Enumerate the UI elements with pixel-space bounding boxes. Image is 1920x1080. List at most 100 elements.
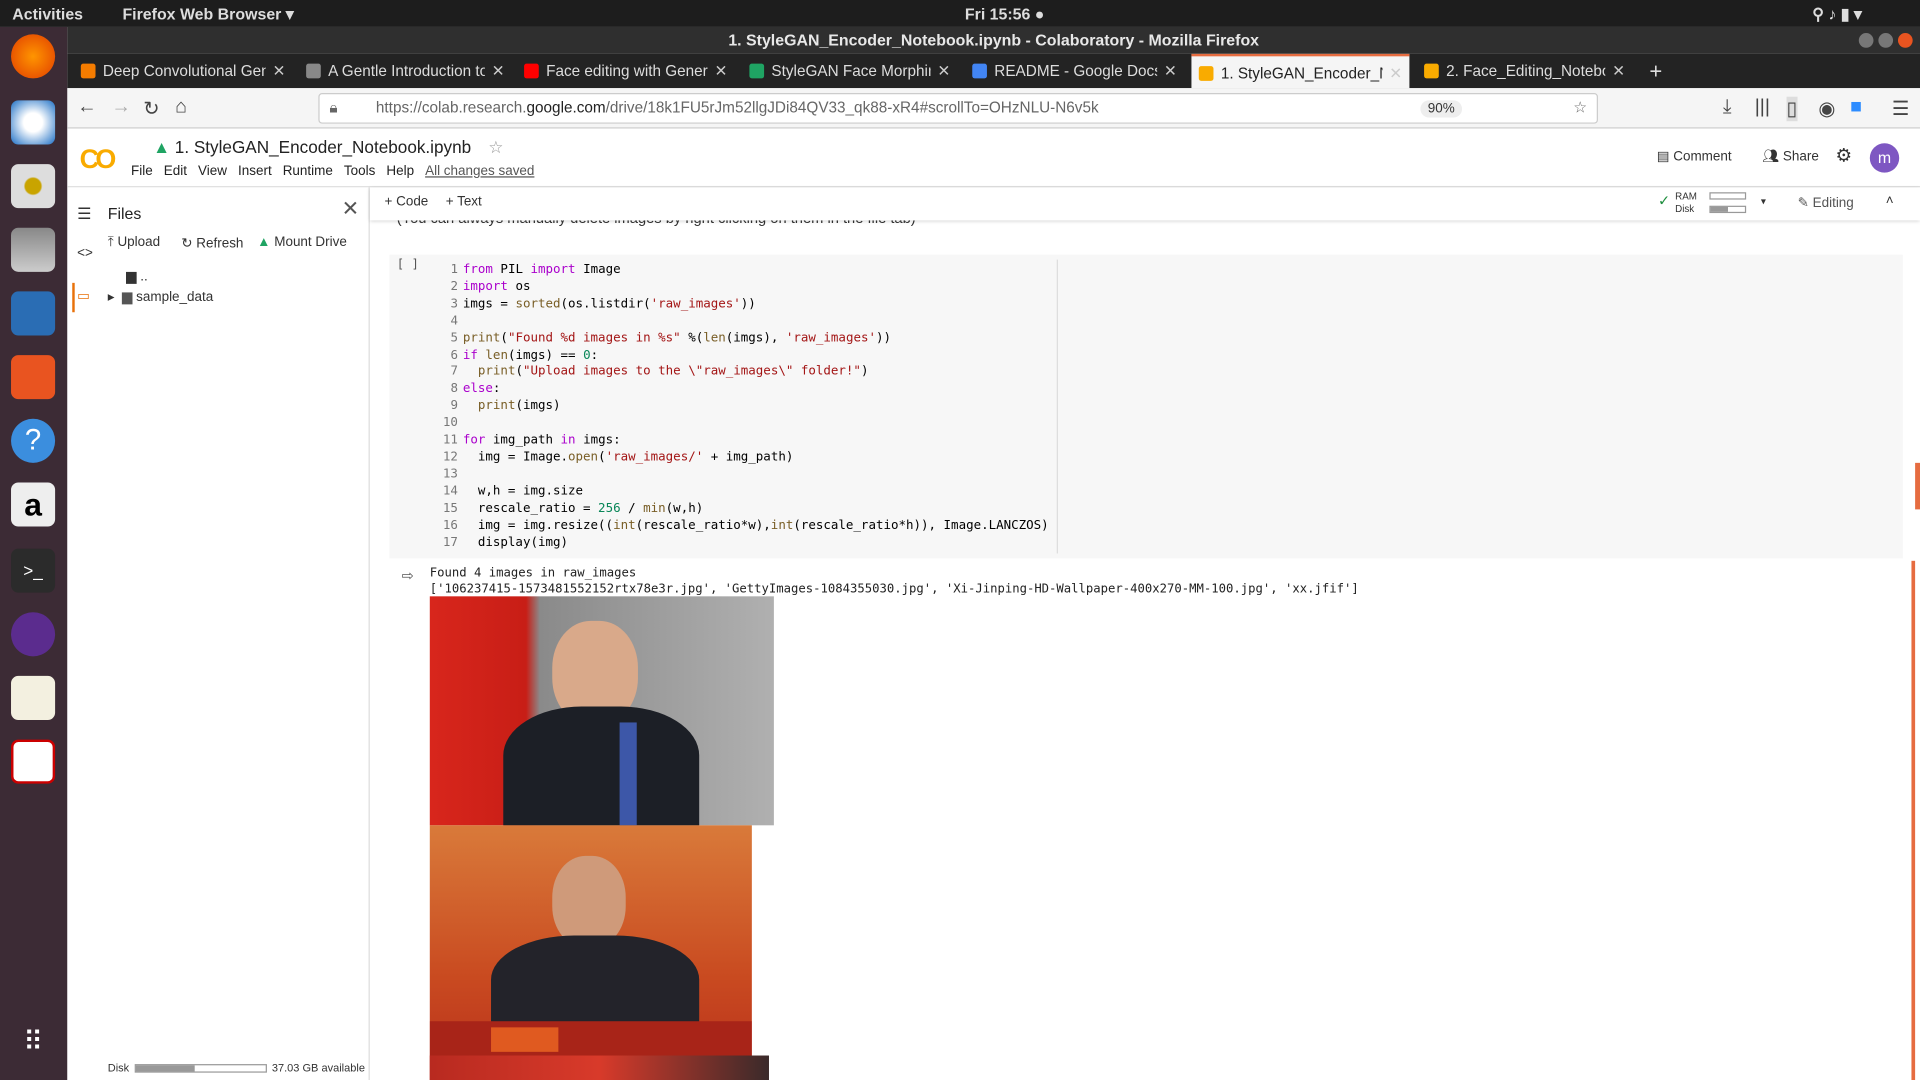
close-tab-icon[interactable]: ✕ (1612, 54, 1625, 88)
notebook-title[interactable]: ▲ 1. StyleGAN_Encoder_Notebook.ipynb ☆ (153, 137, 504, 158)
avatar[interactable]: m (1869, 143, 1900, 173)
tor-icon[interactable] (11, 612, 56, 657)
browser-tab[interactable]: Face editing with Genera ✕ (517, 54, 735, 88)
bookmark-star-icon[interactable]: ☆ (1573, 94, 1587, 122)
close-window-button[interactable] (1897, 33, 1913, 48)
add-code-button[interactable]: + Code (384, 195, 428, 210)
close-tab-icon[interactable]: ✕ (492, 54, 505, 88)
os-top-bar: Activities Firefox Web Browser ▾ Fri 15:… (0, 0, 1920, 27)
refresh-button[interactable]: ↻ Refresh (181, 235, 243, 251)
document-viewer-icon[interactable] (11, 739, 56, 784)
browser-tab[interactable]: StyleGAN Face Morphing ✕ (742, 54, 958, 88)
folder-sample-data[interactable]: ▸ ▆ sample_data (108, 289, 214, 305)
mount-drive-button[interactable]: ▲ Mount Drive (257, 235, 347, 250)
folder-icon[interactable]: ▭ (77, 288, 90, 304)
close-tab-icon[interactable]: ✕ (1164, 54, 1177, 88)
forward-icon[interactable]: → (111, 97, 131, 119)
toc-icon[interactable]: ☰ (77, 204, 91, 224)
menu-view[interactable]: View (198, 164, 227, 179)
colab-logo[interactable]: CO (80, 143, 117, 175)
close-tab-icon[interactable]: ✕ (272, 54, 285, 88)
menu-icon[interactable]: ☰ (1892, 97, 1910, 121)
activities-button[interactable]: Activities (12, 5, 83, 23)
rhythmbox-icon[interactable] (11, 164, 56, 209)
upload-button[interactable]: ⤒ Upload (108, 235, 160, 251)
menu-insert[interactable]: Insert (238, 164, 272, 179)
files-icon[interactable] (11, 227, 56, 272)
ruler-line (1056, 259, 1058, 554)
settings-icon[interactable]: ⚙ (1836, 144, 1852, 167)
library-icon[interactable]: ||| (1755, 97, 1770, 119)
new-tab-button[interactable]: + (1645, 54, 1674, 88)
menu-edit[interactable]: Edit (164, 164, 187, 179)
code-line: 10 (442, 416, 458, 430)
terminal-icon[interactable]: >_ (11, 548, 56, 593)
disk-usage-bar (134, 1064, 267, 1073)
files-title: Files (107, 204, 142, 223)
tab-favicon (749, 63, 765, 79)
downloads-icon[interactable]: ⤓ (1723, 97, 1732, 119)
account-icon[interactable]: ◉ (1818, 97, 1835, 121)
code-cell[interactable]: [ ] 1 from PIL import Image 2 import os 3 img… (389, 254, 1903, 559)
comment-button[interactable]: ▤ Comment (1657, 148, 1732, 164)
notebook-scrollbar[interactable] (1915, 462, 1920, 510)
output-image-2 (429, 825, 752, 1080)
home-icon[interactable]: ⌂ (175, 97, 187, 119)
browser-tab[interactable]: 2. Face_Editing_Noteboo ✕ (1417, 54, 1633, 88)
parent-folder[interactable]: ▆ .. (126, 268, 148, 284)
firefox-icon[interactable] (11, 34, 56, 79)
amazon-icon[interactable]: a (11, 482, 56, 527)
add-text-button[interactable]: + Text (446, 195, 482, 210)
system-tray-icon[interactable]: ⚲ ♪ ▮ ▾ (1812, 5, 1862, 25)
files-panel: ☰ <> ▭ Files ✕ ⤒ Upload ↻ Refresh ▲ Moun… (67, 187, 370, 1080)
close-tab-icon[interactable]: ✕ (937, 54, 950, 88)
browser-tab[interactable]: A Gentle Introduction to ✕ (299, 54, 512, 88)
code-snippets-icon[interactable]: <> (77, 246, 93, 261)
code-line: 6 if len(imgs) == 0: (450, 348, 599, 362)
star-icon[interactable]: ☆ (488, 137, 503, 157)
url-bar[interactable]: 🔒︎ https://colab.research.google.com/dri… (318, 93, 1598, 124)
editing-mode-button[interactable]: ✎ Editing (1798, 195, 1854, 211)
connected-check-icon: ✓ (1657, 192, 1671, 210)
minimize-button[interactable] (1858, 33, 1874, 48)
menu-file[interactable]: File (131, 164, 153, 179)
close-tab-icon[interactable]: ✕ (715, 54, 728, 88)
code-line: 5 print("Found %d images in %s" %(len(img… (450, 331, 892, 345)
clock[interactable]: Fri 15:56 ● (965, 5, 1045, 23)
output-icon[interactable]: ⇨ (402, 567, 414, 584)
browser-tab[interactable]: 1. StyleGAN_Encoder_Nc ✕ (1191, 53, 1410, 89)
browser-tab[interactable]: Deep Convolutional Gen ✕ (73, 54, 292, 88)
close-tab-icon[interactable]: ✕ (1389, 56, 1402, 88)
back-icon[interactable]: ← (77, 97, 97, 119)
code-editor[interactable]: 1 from PIL import Image 2 import os 3 imgs = … (426, 262, 1049, 551)
collapse-header-icon[interactable]: ˄ (1886, 193, 1894, 208)
text-editor-icon[interactable] (11, 675, 56, 721)
share-button[interactable]: 👥︎ Share (1762, 148, 1819, 164)
show-apps-icon[interactable]: ⠿ (11, 1026, 55, 1070)
code-line: 3 imgs = sorted(os.listdir('raw_images')) (450, 297, 756, 311)
help-icon[interactable]: ? (11, 418, 56, 463)
code-line: 16 img = img.resize((int(rescale_ratio*w… (442, 518, 1049, 533)
menu-runtime[interactable]: Runtime (283, 164, 333, 179)
menu-help[interactable]: Help (386, 164, 414, 179)
close-panel-button[interactable]: ✕ (342, 197, 359, 221)
tab-favicon (306, 63, 321, 79)
drive-icon: ▲ (153, 137, 171, 157)
tab-favicon (80, 63, 96, 79)
zoom-extension-icon[interactable]: ■ (1850, 97, 1862, 119)
run-cell-button[interactable]: [ ] (397, 258, 419, 271)
maximize-button[interactable] (1878, 33, 1894, 48)
software-icon[interactable] (11, 355, 56, 400)
zoom-level[interactable]: 90% (1420, 100, 1463, 118)
browser-tab[interactable]: README - Google Docs ✕ (965, 54, 1184, 88)
save-status[interactable]: All changes saved (425, 164, 534, 179)
output-scroll-indicator[interactable] (1911, 560, 1916, 1080)
thunderbird-icon[interactable] (11, 100, 56, 145)
code-line: 12 img = Image.open('raw_images/' + img_… (442, 450, 794, 465)
sidebar-icon[interactable]: ▯ (1786, 96, 1798, 122)
tab-favicon (524, 63, 539, 79)
reload-icon[interactable]: ↻ (143, 97, 159, 121)
app-menu[interactable]: Firefox Web Browser ▾ (122, 5, 293, 25)
writer-icon[interactable] (11, 291, 56, 336)
menu-tools[interactable]: Tools (344, 164, 375, 179)
